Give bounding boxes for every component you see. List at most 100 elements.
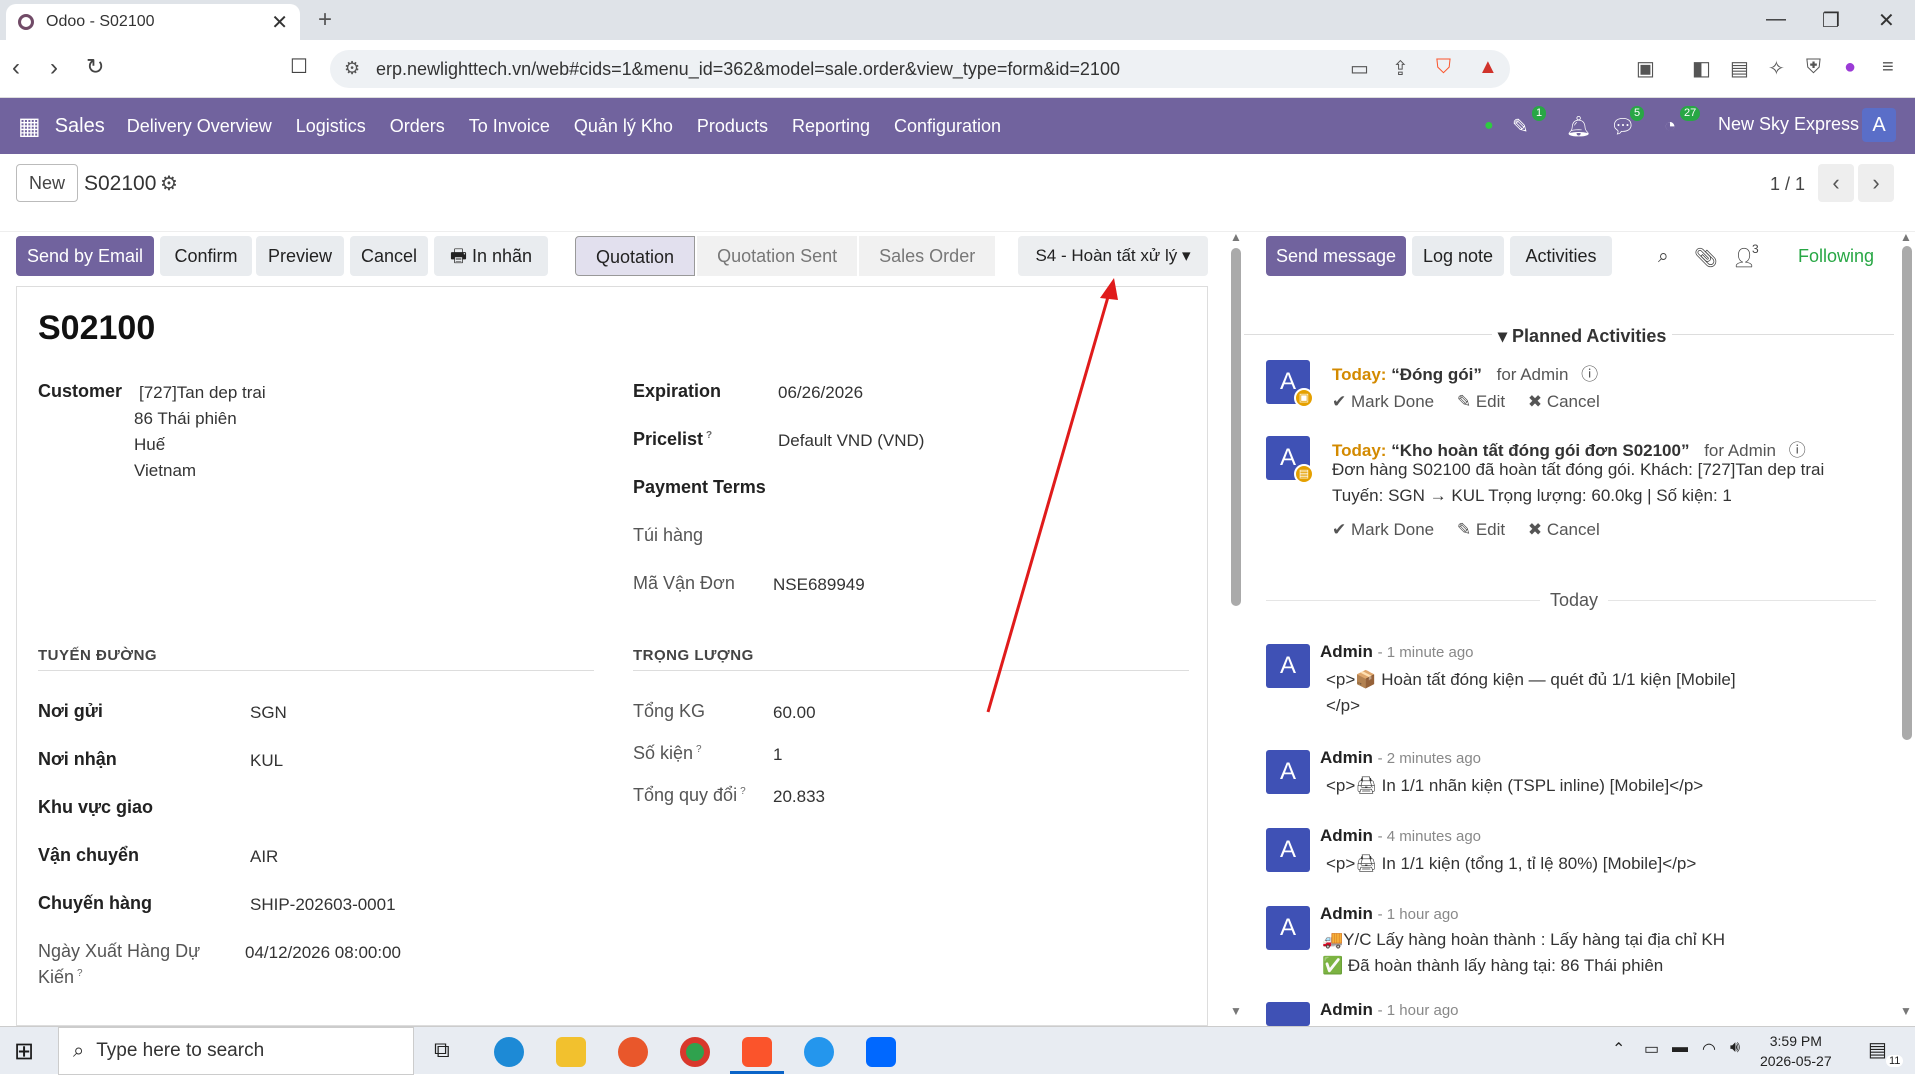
- clock-icon[interactable]: ◔: [1664, 98, 1676, 154]
- state-dropdown-button[interactable]: S4 - Hoàn tất xử lý ▾: [1018, 236, 1208, 276]
- user-avatar[interactable]: A: [1862, 108, 1896, 142]
- cast-icon[interactable]: ▭: [1350, 56, 1369, 81]
- chatter-scroll-up-icon[interactable]: ▲: [1900, 230, 1912, 244]
- taskbar-clock[interactable]: 3:59 PM 2026-05-27: [1760, 1031, 1832, 1071]
- stage-quotation-sent[interactable]: Quotation Sent: [697, 236, 858, 276]
- reader-icon[interactable]: ▣: [1636, 56, 1655, 81]
- zalo-icon[interactable]: [866, 1037, 896, 1067]
- stage-sales-order[interactable]: Sales Order: [859, 236, 996, 276]
- wallet-icon[interactable]: ▤: [1730, 56, 1749, 81]
- preview-button[interactable]: Preview: [256, 236, 344, 276]
- menu-logistics[interactable]: Logistics: [296, 116, 366, 137]
- company-switcher[interactable]: New Sky Express: [1718, 114, 1859, 135]
- planned-activities-toggle[interactable]: ▾ Planned Activities: [1492, 326, 1673, 347]
- so-kien-field[interactable]: 1: [773, 745, 782, 765]
- print-label-button[interactable]: 🖶︎ In nhãn: [434, 236, 548, 276]
- app-name[interactable]: Sales: [55, 115, 105, 138]
- docker-icon[interactable]: [804, 1037, 834, 1067]
- profile-icon[interactable]: ●: [1844, 56, 1856, 79]
- site-settings-icon[interactable]: ⚙: [344, 58, 360, 79]
- forward-icon[interactable]: ›: [50, 54, 58, 82]
- wifi-icon[interactable]: ◠: [1702, 1039, 1716, 1059]
- ma-van-don-field[interactable]: NSE689949: [773, 575, 865, 595]
- new-tab-icon[interactable]: +: [318, 6, 332, 34]
- notification-center-icon[interactable]: ▤: [1868, 1037, 1887, 1062]
- app-icon[interactable]: [618, 1037, 648, 1067]
- file-explorer-icon[interactable]: [556, 1037, 586, 1067]
- send-by-email-button[interactable]: Send by Email: [16, 236, 154, 276]
- menu-configuration[interactable]: Configuration: [894, 116, 1001, 137]
- brave-shield-icon[interactable]: ⛉: [1436, 56, 1451, 79]
- noi-gui-field[interactable]: SGN: [250, 703, 287, 723]
- menu-reporting[interactable]: Reporting: [792, 116, 870, 137]
- mark-done-button[interactable]: ✔ Mark Done: [1332, 392, 1434, 411]
- paperclip-icon[interactable]: 📎︎: [1694, 246, 1718, 270]
- pager-value[interactable]: 1 / 1: [1770, 174, 1805, 195]
- volume-icon[interactable]: 🔊︎: [1730, 1039, 1740, 1057]
- edit-button[interactable]: ✎ Edit: [1457, 520, 1505, 539]
- tong-quy-doi-field[interactable]: 20.833: [773, 787, 825, 807]
- menu-icon[interactable]: ≡: [1882, 56, 1894, 79]
- restore-icon[interactable]: ❐: [1822, 8, 1840, 33]
- edge-icon[interactable]: [494, 1037, 524, 1067]
- pager-previous-icon[interactable]: ‹: [1818, 164, 1854, 202]
- taskbar-search[interactable]: ⌕ Type here to search: [58, 1027, 414, 1075]
- van-chuyen-field[interactable]: AIR: [250, 847, 278, 867]
- menu-delivery-overview[interactable]: Delivery Overview: [127, 116, 272, 137]
- customer-name[interactable]: [727]Tan dep trai: [139, 383, 266, 403]
- noi-nhan-field[interactable]: KUL: [250, 751, 283, 771]
- close-tab-icon[interactable]: ✕: [271, 10, 288, 35]
- tray-device-icon[interactable]: ▭: [1644, 1039, 1659, 1059]
- back-icon[interactable]: ‹: [12, 54, 20, 82]
- cancel-button[interactable]: Cancel: [350, 236, 428, 276]
- brave-icon[interactable]: [742, 1037, 772, 1067]
- menu-orders[interactable]: Orders: [390, 116, 445, 137]
- pricelist-field[interactable]: Default VND (VND): [778, 431, 924, 451]
- sidebar-icon[interactable]: ◧: [1692, 56, 1711, 81]
- send-message-button[interactable]: Send message: [1266, 236, 1406, 276]
- minimize-icon[interactable]: —: [1766, 8, 1786, 31]
- reload-icon[interactable]: ↻: [86, 54, 104, 80]
- activities-button[interactable]: Activities: [1510, 236, 1612, 276]
- chatter-scroll-down-icon[interactable]: ▼: [1900, 1004, 1912, 1018]
- browser-tab[interactable]: Odoo - S02100 ✕: [6, 4, 300, 40]
- log-note-button[interactable]: Log note: [1412, 236, 1504, 276]
- search-icon[interactable]: ⌕: [1658, 246, 1669, 268]
- info-icon[interactable]: ⓘ: [1789, 441, 1806, 460]
- cancel-activity-button[interactable]: ✖ Cancel: [1528, 520, 1600, 539]
- mark-done-button[interactable]: ✔ Mark Done: [1332, 520, 1434, 539]
- edit-button[interactable]: ✎ Edit: [1457, 392, 1505, 411]
- chrome-icon[interactable]: [680, 1037, 710, 1067]
- activities-systray-icon[interactable]: ✎: [1512, 98, 1529, 154]
- form-scrollbar[interactable]: [1231, 248, 1241, 606]
- new-button[interactable]: New: [16, 164, 79, 202]
- scroll-up-arrow-icon[interactable]: ▲: [1230, 230, 1242, 244]
- leo-ai-icon[interactable]: ✧: [1768, 56, 1785, 81]
- chuyen-hang-field[interactable]: SHIP-202603-0001: [250, 895, 396, 915]
- pager-next-icon[interactable]: ›: [1858, 164, 1894, 202]
- cancel-activity-button[interactable]: ✖ Cancel: [1528, 392, 1600, 411]
- bookmark-icon[interactable]: ☐: [290, 54, 308, 79]
- vpn-icon[interactable]: ⛨: [1806, 56, 1821, 79]
- windows-start-icon[interactable]: ⊞: [14, 1037, 34, 1066]
- menu-to-invoice[interactable]: To Invoice: [469, 116, 550, 137]
- info-icon[interactable]: ⓘ: [1581, 365, 1598, 384]
- share-icon[interactable]: ⇪: [1392, 56, 1409, 81]
- close-window-icon[interactable]: ✕: [1878, 8, 1895, 33]
- expiration-field[interactable]: 06/26/2026: [778, 383, 863, 403]
- following-button[interactable]: Following: [1798, 246, 1874, 267]
- apps-menu-icon[interactable]: ▦: [18, 112, 41, 141]
- menu-products[interactable]: Products: [697, 116, 768, 137]
- address-bar[interactable]: ⚙ erp.newlighttech.vn/web#cids=1&menu_id…: [330, 50, 1510, 88]
- ngay-xuat-field[interactable]: 04/12/2026 08:00:00: [245, 943, 401, 963]
- messages-icon[interactable]: 💬︎: [1610, 98, 1635, 154]
- gear-icon[interactable]: ⚙: [160, 171, 178, 196]
- tray-chevron-icon[interactable]: ⌃: [1612, 1039, 1625, 1059]
- confirm-button[interactable]: Confirm: [160, 236, 252, 276]
- brave-rewards-icon[interactable]: ▲: [1478, 56, 1498, 79]
- notifications-bell-icon[interactable]: 🔔︎: [1566, 98, 1591, 154]
- scroll-down-arrow-icon[interactable]: ▼: [1230, 1004, 1242, 1018]
- chatter-scrollbar[interactable]: [1902, 246, 1912, 740]
- menu-quan-ly-kho[interactable]: Quản lý Kho: [574, 116, 673, 137]
- tong-kg-field[interactable]: 60.00: [773, 703, 816, 723]
